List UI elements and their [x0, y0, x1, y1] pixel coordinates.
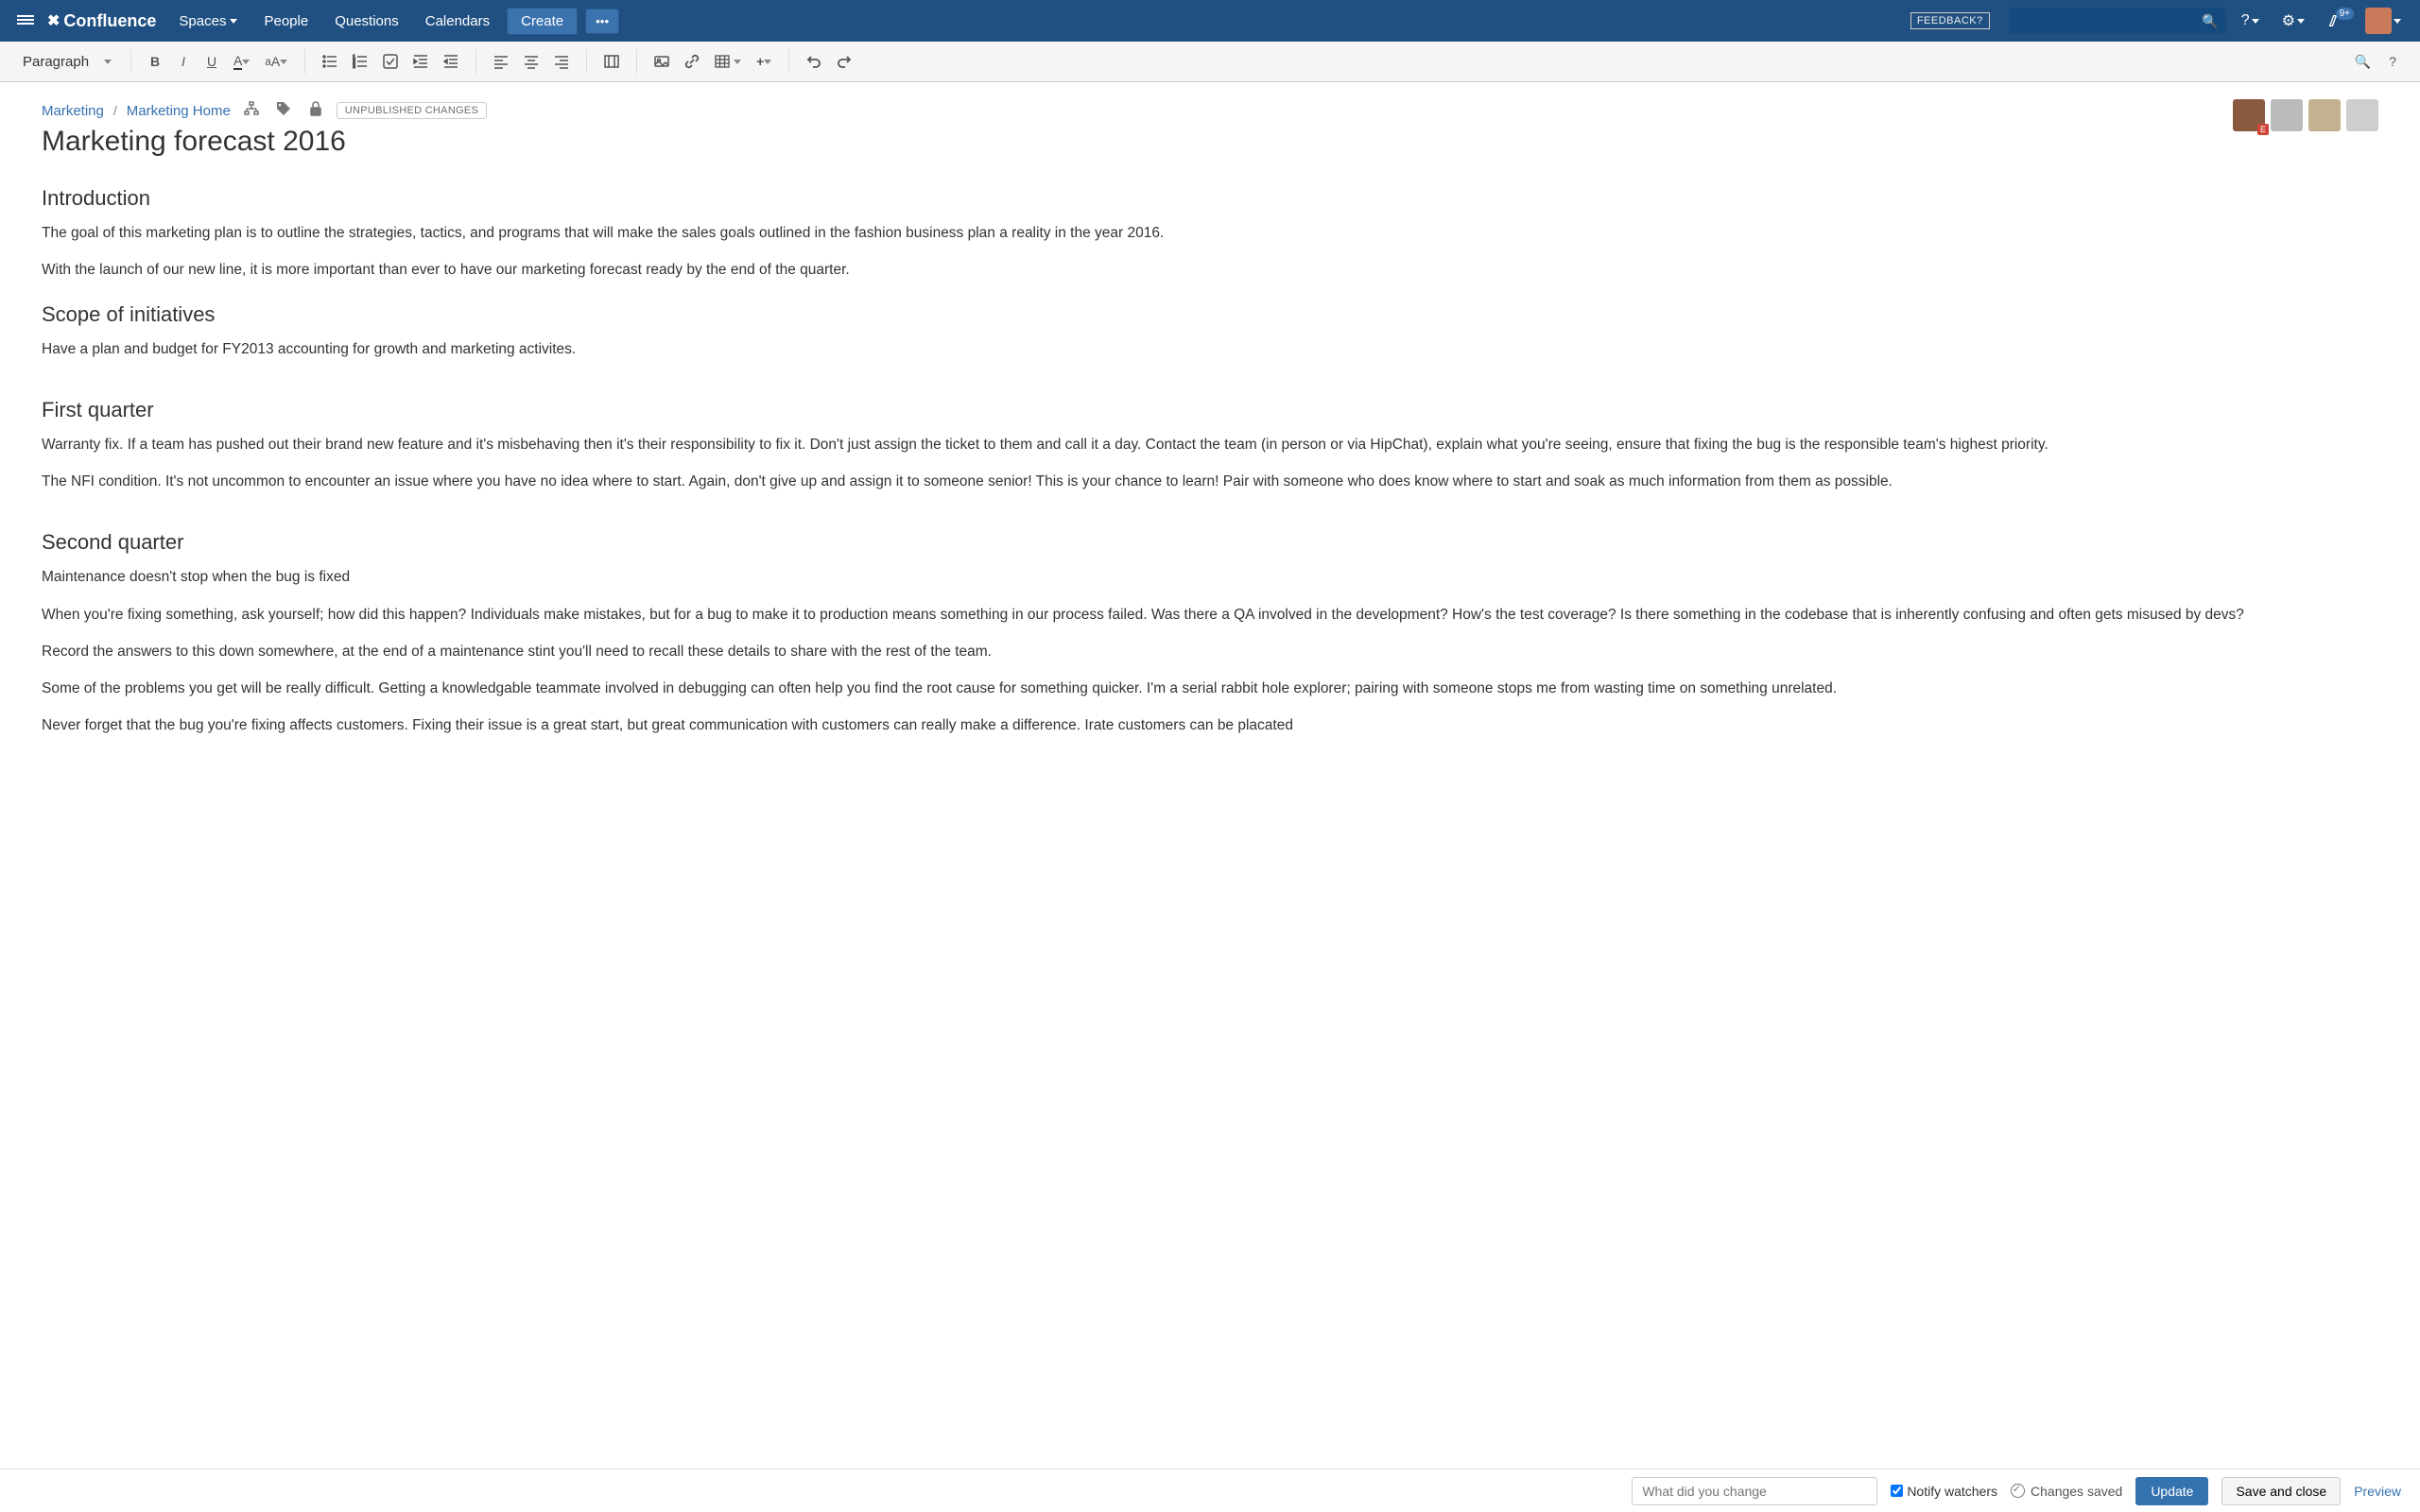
breadcrumb-space[interactable]: Marketing [42, 103, 104, 119]
outdent-button[interactable] [407, 49, 434, 74]
body-paragraph[interactable]: The goal of this marketing plan is to ou… [42, 222, 2378, 244]
align-left-button[interactable] [488, 49, 514, 74]
numbered-list-button[interactable]: 123 [347, 49, 373, 74]
update-button[interactable]: Update [2135, 1477, 2208, 1505]
text-color-button[interactable]: A [228, 48, 255, 75]
align-right-button[interactable] [548, 49, 575, 74]
save-and-close-button[interactable]: Save and close [2221, 1477, 2341, 1505]
feedback-button[interactable]: FEEDBACK? [1910, 12, 1990, 29]
breadcrumb-separator: / [113, 103, 117, 118]
indent-button[interactable] [438, 49, 464, 74]
breadcrumb-parent[interactable]: Marketing Home [127, 103, 231, 119]
bullet-list-button[interactable] [317, 49, 343, 74]
profile-menu[interactable] [2358, 8, 2409, 34]
collaborator-avatar-1[interactable]: E [2233, 99, 2265, 131]
redo-button[interactable] [831, 49, 857, 74]
more-actions-button[interactable]: ••• [585, 9, 619, 34]
notifications-button[interactable]: 9+ [2320, 13, 2350, 28]
chevron-down-icon [2394, 19, 2401, 24]
labels-icon[interactable] [272, 101, 295, 120]
confluence-logo[interactable]: ✖ Confluence [47, 11, 156, 31]
notifications-badge: 9+ [2336, 8, 2354, 20]
notify-watchers-toggle[interactable]: Notify watchers [1891, 1484, 1997, 1499]
restrictions-icon[interactable] [304, 101, 327, 120]
create-button[interactable]: Create [507, 8, 578, 35]
confluence-logo-icon: ✖ [47, 11, 60, 30]
confluence-logo-text: Confluence [63, 11, 156, 31]
body-paragraph[interactable]: Maintenance doesn't stop when the bug is… [42, 566, 2378, 588]
nav-people[interactable]: People [254, 13, 318, 29]
notify-watchers-label: Notify watchers [1907, 1484, 1997, 1499]
heading-second-quarter[interactable]: Second quarter [42, 530, 2378, 555]
svg-text:3: 3 [353, 64, 355, 69]
body-paragraph[interactable]: When you're fixing something, ask yourse… [42, 604, 2378, 626]
insert-files-button[interactable] [648, 49, 675, 74]
chevron-down-icon [2252, 19, 2259, 24]
insert-more-button[interactable]: + [751, 49, 777, 74]
help-button[interactable]: ? [2234, 12, 2267, 29]
italic-button[interactable]: I [171, 49, 196, 74]
insert-table-button[interactable] [709, 49, 747, 74]
underline-button[interactable]: U [199, 49, 224, 74]
editor-badge: E [2257, 124, 2269, 135]
nav-spaces[interactable]: Spaces [169, 13, 247, 29]
bold-button[interactable]: B [143, 49, 167, 74]
undo-button[interactable] [801, 49, 827, 74]
paragraph-style-select[interactable]: Paragraph [15, 50, 119, 74]
align-center-button[interactable] [518, 49, 544, 74]
editor-help-button[interactable]: ? [2380, 49, 2405, 74]
chevron-down-icon [2297, 19, 2305, 24]
body-paragraph[interactable]: With the launch of our new line, it is m… [42, 259, 2378, 281]
heading-scope[interactable]: Scope of initiatives [42, 302, 2378, 327]
body-paragraph[interactable]: Have a plan and budget for FY2013 accoun… [42, 338, 2378, 360]
body-paragraph[interactable]: Record the answers to this down somewher… [42, 641, 2378, 662]
task-list-button[interactable] [377, 49, 404, 74]
quick-search-input[interactable] [2009, 8, 2226, 34]
collaborator-avatar-3[interactable] [2308, 99, 2341, 131]
unpublished-changes-badge: UNPUBLISHED CHANGES [337, 102, 487, 119]
more-formatting-button[interactable]: aA [259, 49, 293, 74]
page-title[interactable]: Marketing forecast 2016 [42, 126, 2378, 158]
version-comment-input[interactable] [1632, 1477, 1877, 1505]
chevron-down-icon [104, 60, 112, 64]
collaborator-avatar-4[interactable] [2346, 99, 2378, 131]
body-paragraph[interactable]: Some of the problems you get will be rea… [42, 678, 2378, 699]
chevron-down-icon [230, 19, 237, 24]
collaborator-avatar-2[interactable] [2271, 99, 2303, 131]
body-paragraph[interactable]: The NFI condition. It's not uncommon to … [42, 471, 2378, 492]
app-switcher[interactable] [11, 8, 40, 35]
settings-button[interactable]: ⚙ [2274, 11, 2312, 30]
preview-button[interactable]: Preview [2354, 1484, 2401, 1499]
page-tree-icon[interactable] [240, 101, 263, 120]
check-circle-icon [2011, 1484, 2025, 1498]
page-layout-button[interactable] [598, 49, 625, 74]
notify-watchers-checkbox[interactable] [1891, 1485, 1903, 1497]
user-avatar [2365, 8, 2392, 34]
search-icon: 🔍 [2202, 13, 2218, 29]
nav-calendars[interactable]: Calendars [416, 13, 499, 29]
find-replace-button[interactable]: 🔍 [2349, 49, 2377, 75]
nav-questions[interactable]: Questions [325, 13, 408, 29]
body-paragraph[interactable]: Warranty fix. If a team has pushed out t… [42, 434, 2378, 455]
body-paragraph[interactable]: Never forget that the bug you're fixing … [42, 714, 2378, 736]
insert-link-button[interactable] [679, 49, 705, 74]
heading-first-quarter[interactable]: First quarter [42, 398, 2378, 422]
heading-introduction[interactable]: Introduction [42, 186, 2378, 211]
changes-saved-status: Changes saved [2011, 1484, 2122, 1499]
